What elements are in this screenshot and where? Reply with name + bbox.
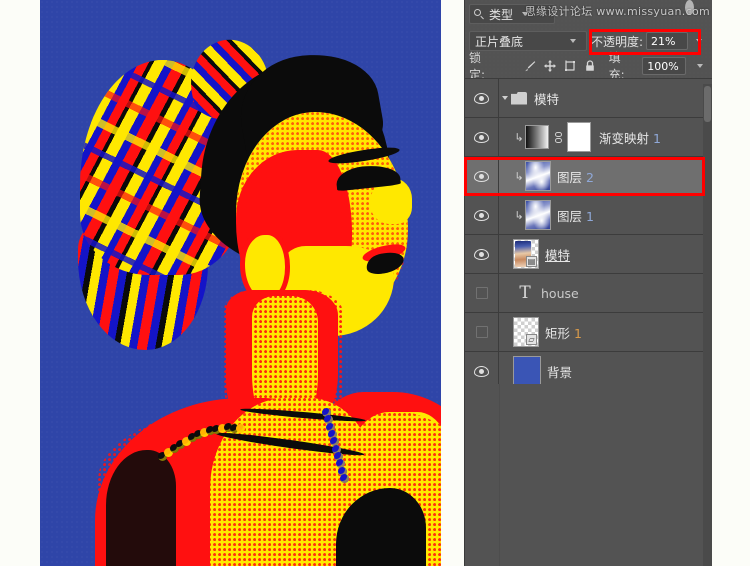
layer-thumbnail[interactable] xyxy=(525,161,551,191)
opacity-input[interactable]: 21% xyxy=(646,32,689,50)
chevron-down-icon[interactable] xyxy=(691,39,707,43)
scrollbar-thumb[interactable] xyxy=(704,86,711,122)
eye-off-icon[interactable] xyxy=(475,287,488,299)
layer-name[interactable]: 模特 xyxy=(545,245,570,264)
fill-input[interactable]: 100% xyxy=(642,57,687,75)
chevron-down-icon[interactable] xyxy=(692,64,708,68)
smart-object-badge-icon: ▤ xyxy=(526,256,537,267)
layer-visibility-toggle[interactable] xyxy=(465,196,499,234)
clipping-mask-icon: ↳ xyxy=(514,169,524,183)
layer-row-shape-rect[interactable]: ▱ 矩形 1 xyxy=(465,313,712,352)
filter-bar[interactable]: 类型 思缘设计论坛 www.missyuan.com xyxy=(465,0,712,28)
eye-off-icon[interactable] xyxy=(475,326,488,338)
move-icon[interactable] xyxy=(543,59,557,73)
blend-mode-value: 正片叠底 xyxy=(475,34,524,49)
thumbnail-selection-marks xyxy=(526,162,550,190)
layer-thumbnail[interactable]: ▱ xyxy=(513,317,539,347)
layer-list[interactable]: 模特 ↳ 渐变映射 1 ↳ 图层 2 ↳ 图层 1 ▤ 模特 T house ▱… xyxy=(464,78,712,391)
layer-name[interactable]: house xyxy=(541,286,579,301)
blend-mode-select[interactable]: 正片叠底 xyxy=(469,31,587,51)
eye-icon[interactable] xyxy=(474,92,489,104)
clipping-mask-icon: ↳ xyxy=(514,130,524,144)
brush-icon[interactable] xyxy=(523,59,537,73)
chevron-down-icon[interactable] xyxy=(499,96,511,100)
layer-row-text-house[interactable]: T house xyxy=(465,274,712,313)
blend-opacity-bar[interactable]: 正片叠底 不透明度: 21% xyxy=(465,28,712,54)
necklace-bead xyxy=(340,474,349,483)
layer-visibility-toggle[interactable] xyxy=(465,235,499,273)
clipping-mask-icon: ↳ xyxy=(514,208,524,222)
panel-scrollbar[interactable] xyxy=(703,84,712,566)
layer-thumbnail[interactable]: ▤ xyxy=(513,239,539,269)
lock-bar[interactable]: 锁定: 填充: 100% xyxy=(465,51,712,82)
eye-icon[interactable] xyxy=(474,209,489,221)
layer-name[interactable]: 模特 xyxy=(534,89,559,108)
layer-visibility-toggle[interactable] xyxy=(465,79,499,117)
layer-visibility-toggle[interactable] xyxy=(465,313,499,351)
layer-thumbnail[interactable] xyxy=(525,200,551,230)
layer-name[interactable]: 背景 xyxy=(547,362,572,381)
filter-type-label: 类型 xyxy=(489,7,514,22)
layer-name[interactable]: 渐变映射 1 xyxy=(599,128,661,147)
text-layer-icon[interactable]: T xyxy=(513,283,537,303)
gradient-map-thumbnail[interactable] xyxy=(525,125,549,149)
layer-name[interactable]: 图层 2 xyxy=(557,167,594,186)
layer-visibility-toggle[interactable] xyxy=(465,274,499,312)
eye-icon[interactable] xyxy=(474,131,489,143)
transparency-checker-icon[interactable] xyxy=(503,59,517,73)
opacity-control[interactable]: 不透明度: 21% xyxy=(591,32,707,50)
layer-row-group-mote[interactable]: 模特 xyxy=(465,79,712,118)
layer-row-gradient-map[interactable]: ↳ 渐变映射 1 xyxy=(465,118,712,157)
opacity-label: 不透明度: xyxy=(591,34,644,49)
canvas-artwork[interactable] xyxy=(40,0,441,566)
layer-column-divider xyxy=(499,384,500,566)
folder-icon xyxy=(511,92,527,105)
eye-icon[interactable] xyxy=(474,248,489,260)
artboard-icon[interactable] xyxy=(563,59,577,73)
layer-row-layer-2[interactable]: ↳ 图层 2 xyxy=(464,157,712,196)
search-icon xyxy=(474,8,485,20)
layer-name[interactable]: 图层 1 xyxy=(557,206,594,225)
eye-icon[interactable] xyxy=(474,365,489,377)
link-icon[interactable] xyxy=(553,130,563,144)
lock-icon[interactable] xyxy=(583,59,597,73)
layer-list-empty-space[interactable] xyxy=(465,384,703,566)
layer-row-smart-object-mote[interactable]: ▤ 模特 xyxy=(465,235,712,274)
layers-panel[interactable]: 类型 思缘设计论坛 www.missyuan.com 正片叠底 不透明度: 21… xyxy=(464,0,712,566)
layer-row-layer-1[interactable]: ↳ 图层 1 xyxy=(465,196,712,235)
chevron-down-icon[interactable] xyxy=(565,39,581,43)
watermark-text: 思缘设计论坛 www.missyuan.com xyxy=(524,5,710,18)
eye-icon[interactable] xyxy=(474,170,489,182)
layer-visibility-toggle[interactable] xyxy=(465,157,499,195)
layer-mask-thumbnail[interactable] xyxy=(567,122,591,152)
vector-shape-badge-icon: ▱ xyxy=(526,334,537,345)
layer-thumbnail[interactable] xyxy=(513,356,541,386)
layer-name[interactable]: 矩形 1 xyxy=(545,323,582,342)
left-shadow-shape xyxy=(106,450,176,566)
layer-visibility-toggle[interactable] xyxy=(465,118,499,156)
